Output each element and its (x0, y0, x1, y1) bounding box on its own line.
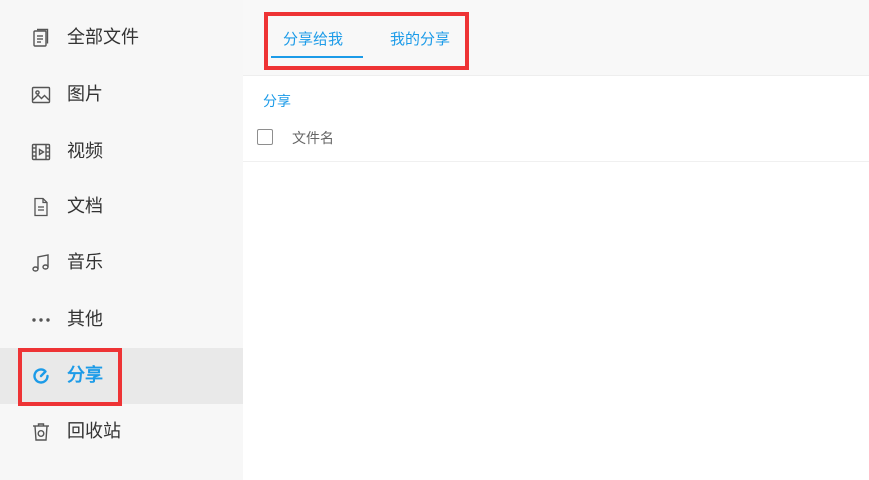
sidebar-item-label: 文档 (67, 196, 103, 217)
sidebar-item-all-files[interactable]: 全部文件 (0, 10, 243, 66)
sidebar-item-label: 图片 (67, 84, 103, 105)
tab-bar: 分享给我 我的分享 (243, 0, 869, 76)
main-panel: 分享给我 我的分享 分享 文件名 (243, 0, 869, 480)
breadcrumb[interactable]: 分享 (263, 91, 291, 111)
trash-icon (30, 421, 52, 443)
sidebar-item-videos[interactable]: 视频 (0, 124, 243, 180)
tab-shared-with-me[interactable]: 分享给我 (283, 28, 343, 49)
sidebar-item-other[interactable]: 其他 (0, 292, 243, 348)
sidebar: 全部文件 图片 视频 文档 音乐 其他 分享 回收站 (0, 0, 243, 480)
video-icon (30, 141, 52, 163)
sidebar-item-trash[interactable]: 回收站 (0, 404, 243, 460)
column-header-filename[interactable]: 文件名 (292, 128, 334, 148)
more-icon (30, 309, 52, 331)
sidebar-item-label: 音乐 (67, 252, 103, 273)
active-tab-indicator (271, 56, 363, 58)
sidebar-item-label: 其他 (67, 309, 103, 330)
share-icon (30, 365, 52, 387)
sidebar-item-images[interactable]: 图片 (0, 67, 243, 123)
document-icon (30, 196, 52, 218)
sidebar-item-label: 视频 (67, 141, 103, 162)
file-list-header: 文件名 (243, 116, 869, 162)
sidebar-item-music[interactable]: 音乐 (0, 235, 243, 291)
tab-my-shares[interactable]: 我的分享 (390, 28, 450, 49)
sidebar-item-documents[interactable]: 文档 (0, 179, 243, 235)
sidebar-item-label: 分享 (67, 365, 103, 386)
file-icon (30, 27, 52, 49)
sidebar-item-label: 全部文件 (67, 27, 139, 48)
music-icon (30, 252, 52, 274)
sidebar-item-share[interactable]: 分享 (0, 348, 243, 404)
image-icon (30, 84, 52, 106)
select-all-checkbox[interactable] (257, 129, 273, 145)
sidebar-item-label: 回收站 (67, 421, 121, 442)
